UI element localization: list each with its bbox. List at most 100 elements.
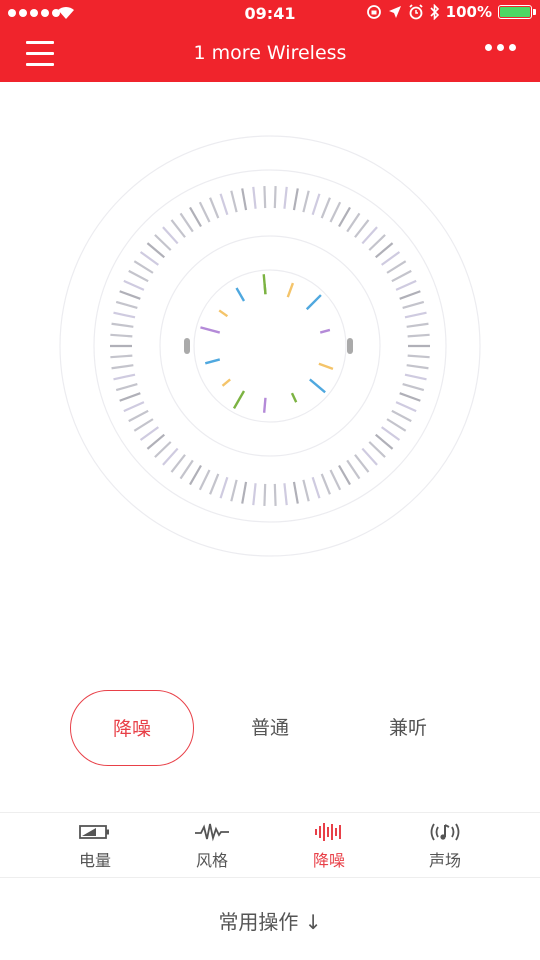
dial-tick — [273, 483, 277, 506]
dial-tick — [395, 401, 417, 413]
spectrum-bar — [305, 294, 322, 311]
dial-tick — [128, 269, 149, 283]
dial-tick — [230, 190, 238, 213]
dial-tick — [263, 186, 267, 209]
dial-ring — [93, 169, 447, 523]
dial-tick — [219, 476, 229, 499]
dial-tick — [407, 354, 430, 359]
dial-tick — [404, 311, 427, 319]
bluetooth-icon — [430, 4, 439, 20]
spectrum-bar — [319, 328, 331, 334]
dial-tick — [329, 201, 342, 223]
dial-tick — [133, 260, 154, 274]
more-options-icon[interactable] — [485, 44, 516, 51]
dial-tick — [123, 279, 145, 291]
spectrum-bar — [262, 274, 267, 295]
spectrum-bar — [290, 392, 298, 403]
dial-tick — [406, 364, 429, 370]
tab-battery[interactable]: 电量 — [50, 819, 140, 871]
dial-tick — [283, 186, 288, 209]
dial-tick — [179, 212, 194, 233]
page-title: 1 more Wireless — [193, 42, 347, 64]
mode-selector: 降噪 普通 兼听 — [0, 690, 540, 766]
dial-tick — [139, 251, 160, 266]
dial-tick — [361, 447, 378, 466]
spectrum-bar — [286, 282, 295, 298]
dial-tick — [273, 186, 277, 209]
dial-tick — [209, 473, 220, 495]
dial-tick — [162, 447, 179, 466]
dial-tick — [230, 479, 238, 502]
status-right: 100% — [366, 3, 536, 21]
tab-label: 电量 — [78, 851, 111, 870]
dial-tick — [320, 473, 331, 495]
sound-field-icon — [400, 819, 490, 845]
spectrum-bar — [232, 390, 246, 409]
noise-cancel-dial — [59, 135, 481, 557]
dial-tick — [399, 392, 421, 402]
dial-tick — [115, 382, 138, 392]
rotation-lock-icon — [366, 5, 381, 19]
dial-tick — [292, 481, 299, 504]
dial-tick — [386, 260, 407, 274]
dial-tick — [395, 279, 417, 291]
dial-tick — [368, 441, 386, 458]
dial-tick — [252, 483, 257, 506]
dial-tick — [110, 333, 133, 338]
spectrum-bar — [221, 378, 231, 387]
dial-tick — [179, 459, 194, 480]
dial-ring — [193, 269, 347, 423]
mode-normal[interactable]: 普通 — [208, 690, 332, 766]
dial-tick — [354, 219, 370, 238]
dial-tick — [402, 300, 425, 310]
dial-tick — [146, 433, 165, 450]
spectrum-bar — [218, 309, 229, 318]
dial-tick — [119, 290, 141, 300]
dial-tick — [354, 454, 370, 473]
spectrum-bar — [204, 358, 221, 365]
dial-tick — [375, 242, 394, 259]
spectrum-bar — [318, 362, 334, 371]
noise-cancel-icon — [284, 819, 374, 845]
tab-sound-field[interactable]: 声场 — [400, 819, 490, 871]
alarm-icon — [409, 4, 423, 20]
dial-tick — [329, 469, 342, 491]
dial-tick — [302, 479, 310, 502]
dial-tick — [407, 333, 430, 338]
tab-style[interactable]: 风格 — [167, 819, 257, 871]
dial-tick — [241, 481, 248, 504]
dial-tick — [110, 354, 133, 359]
dial-tick — [404, 373, 427, 381]
dial-tick — [402, 382, 425, 392]
dial-tick — [189, 464, 202, 486]
status-bar: 09:41 100% — [0, 0, 540, 28]
mode-ambient[interactable]: 兼听 — [346, 690, 470, 766]
dial-tick — [139, 426, 160, 441]
tab-noise-cancel[interactable]: 降噪 — [284, 819, 374, 871]
tab-label: 降噪 — [312, 851, 345, 870]
left-knob — [184, 338, 190, 354]
dial-tick — [111, 322, 134, 328]
dial-tick — [406, 322, 429, 328]
location-icon — [388, 6, 401, 18]
battery-percent: 100% — [445, 3, 492, 21]
waveform-icon — [167, 819, 257, 845]
dial-tick — [123, 401, 145, 413]
dial-tick — [189, 206, 202, 228]
dial-tick — [380, 251, 401, 266]
spectrum-bar — [235, 287, 246, 302]
mode-noise-cancel[interactable]: 降噪 — [70, 690, 194, 766]
dial-tick — [198, 469, 211, 491]
dial-tick — [133, 418, 154, 432]
dial-tick — [170, 454, 186, 473]
dial-tick — [346, 459, 361, 480]
dial-tick — [338, 464, 351, 486]
tab-label: 风格 — [195, 851, 228, 870]
bottom-tabs: 电量 风格 降噪 声场 — [0, 812, 540, 878]
spectrum-bar — [262, 397, 267, 413]
dial-tick — [113, 373, 136, 381]
dial-tick — [391, 409, 412, 423]
common-operations-toggle[interactable]: 常用操作 ↓ — [0, 906, 540, 935]
dial-tick — [209, 197, 220, 219]
dial-tick — [113, 311, 136, 319]
